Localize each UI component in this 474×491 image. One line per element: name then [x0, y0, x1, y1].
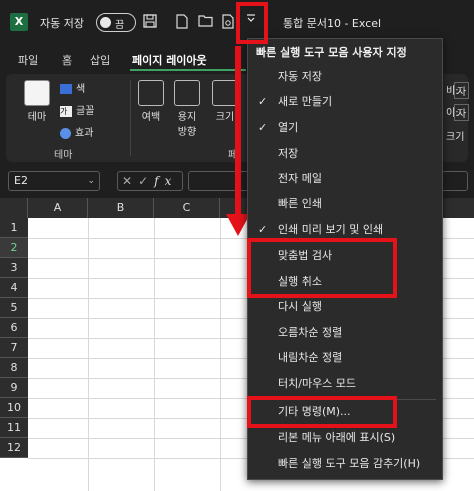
orientation-button[interactable]: 용지 방향	[172, 80, 202, 138]
row-header[interactable]: 3	[0, 258, 28, 278]
check-icon: ✓	[258, 121, 268, 134]
select-all-corner[interactable]	[0, 198, 28, 218]
tab-page-layout[interactable]: 페이지 레이아웃	[132, 52, 207, 68]
menu-item-label: 빠른 인쇄	[278, 197, 322, 210]
annotation-arrow	[235, 46, 241, 218]
orientation-label-2: 방향	[177, 127, 197, 138]
fonts-icon: 가	[60, 105, 72, 117]
save-icon[interactable]	[142, 14, 158, 30]
menu-item-hide-qat[interactable]: 빠른 실행 도구 모음 감추기(H)	[248, 452, 442, 476]
highlight-spelling-undo	[247, 238, 397, 298]
fonts-label: 글꼴	[76, 106, 95, 117]
column-header-b[interactable]: B	[88, 198, 154, 218]
row-header[interactable]: 7	[0, 338, 28, 358]
menu-item-sort-descending[interactable]: 내림차순 정렬	[248, 346, 442, 370]
name-box-value: E2	[14, 174, 28, 187]
ribbon-separator	[130, 80, 131, 156]
enter-icon[interactable]: ✓	[138, 174, 154, 188]
effects-button[interactable]: 효과	[60, 124, 93, 139]
menu-item-show-below-ribbon[interactable]: 리본 메뉴 아래에 표시(S)	[248, 426, 442, 450]
menu-item-label: 전자 메일	[278, 172, 322, 185]
themes-group-label: 테마	[54, 150, 73, 161]
fonts-button[interactable]: 가 글꼴	[60, 102, 94, 117]
check-icon: ✓	[258, 95, 268, 108]
row-header-selected[interactable]: 2	[0, 238, 28, 258]
colors-icon	[60, 84, 72, 94]
colors-button[interactable]: 색	[60, 80, 85, 95]
row-header[interactable]: 11	[0, 418, 28, 438]
margins-button[interactable]: 여백	[136, 80, 166, 123]
themes-icon	[24, 80, 50, 106]
fx-icon[interactable]: fx	[154, 174, 177, 188]
menu-item-open[interactable]: ✓ 열기	[248, 116, 442, 140]
menu-item-label: 저장	[278, 147, 299, 160]
menu-item-label: 자동 저장	[278, 70, 322, 83]
menu-item-label: 열기	[278, 121, 299, 134]
window-title: 통합 문서10 - Excel	[283, 17, 382, 30]
column-header-a[interactable]: A	[28, 198, 88, 218]
open-folder-icon[interactable]	[198, 14, 214, 30]
active-tab-indicator	[130, 69, 246, 71]
formula-buttons: ✕✓fx	[117, 171, 183, 191]
new-file-icon[interactable]	[174, 14, 190, 30]
row-header[interactable]: 8	[0, 358, 28, 378]
menu-item-save[interactable]: 저장	[248, 142, 442, 166]
scale-height-select[interactable]: 자	[454, 104, 470, 121]
menu-item-email[interactable]: 전자 메일	[248, 167, 442, 191]
menu-item-quick-print[interactable]: 빠른 인쇄	[248, 192, 442, 216]
autosave-label: 자동 저장	[40, 17, 84, 30]
size-label: 크기	[215, 112, 235, 123]
row-header[interactable]: 4	[0, 278, 28, 298]
autosave-toggle[interactable]: 끔	[96, 13, 136, 32]
row-header[interactable]: 12	[0, 438, 28, 458]
menu-item-autosave[interactable]: 자동 저장	[248, 65, 442, 89]
menu-item-redo[interactable]: 다시 실행	[248, 295, 442, 319]
menu-item-label: 리본 메뉴 아래에 표시(S)	[278, 431, 396, 444]
scale-label: 크기	[446, 132, 465, 143]
grid-line	[154, 218, 155, 491]
name-box[interactable]: E2 ⌄	[8, 171, 100, 191]
colors-label: 색	[76, 84, 86, 95]
row-header[interactable]: 10	[0, 398, 28, 418]
menu-item-sort-ascending[interactable]: 오름차순 정렬	[248, 321, 442, 345]
highlight-more-commands	[247, 396, 397, 428]
print-preview-icon[interactable]	[220, 14, 236, 30]
tab-insert[interactable]: 삽입	[90, 52, 110, 68]
row-header[interactable]: 1	[0, 218, 28, 238]
menu-item-label: 인쇄 미리 보기 및 인쇄	[278, 223, 384, 236]
margins-icon	[138, 80, 164, 106]
menu-item-label: 내림차순 정렬	[278, 351, 343, 364]
row-header[interactable]: 6	[0, 318, 28, 338]
orientation-label-1: 용지	[177, 112, 197, 123]
tab-home[interactable]: 홈	[62, 52, 72, 68]
menu-item-touch-mode[interactable]: 터치/마우스 모드	[248, 372, 442, 396]
menu-item-label: 터치/마우스 모드	[278, 377, 357, 390]
menu-item-label: 오름차순 정렬	[278, 326, 343, 339]
menu-header: 빠른 실행 도구 모음 사용자 지정	[256, 46, 407, 59]
cancel-icon[interactable]: ✕	[122, 174, 138, 188]
effects-label: 효과	[75, 128, 94, 139]
tab-file[interactable]: 파일	[18, 52, 38, 68]
margins-label: 여백	[141, 112, 161, 123]
chevron-down-icon[interactable]: ⌄	[87, 172, 95, 190]
menu-item-label: 다시 실행	[278, 300, 322, 313]
menu-item-label: 빠른 실행 도구 모음 감추기(H)	[278, 457, 421, 470]
row-header[interactable]: 9	[0, 378, 28, 398]
grid-line	[88, 218, 89, 491]
excel-logo-icon: X	[10, 13, 28, 31]
themes-label: 테마	[27, 112, 47, 123]
menu-item-label: 새로 만들기	[278, 95, 333, 108]
row-header[interactable]: 5	[0, 298, 28, 318]
orientation-icon	[174, 80, 200, 106]
grid-line	[220, 218, 221, 491]
effects-icon	[60, 127, 71, 139]
highlight-qat-button	[236, 2, 268, 44]
column-header-c[interactable]: C	[154, 198, 220, 218]
themes-button[interactable]: 테마	[22, 80, 52, 123]
toggle-knob	[100, 17, 111, 28]
menu-item-new[interactable]: ✓ 새로 만들기	[248, 90, 442, 114]
autosave-state: 끔	[115, 20, 125, 31]
scale-width-select[interactable]: 자	[454, 82, 470, 99]
